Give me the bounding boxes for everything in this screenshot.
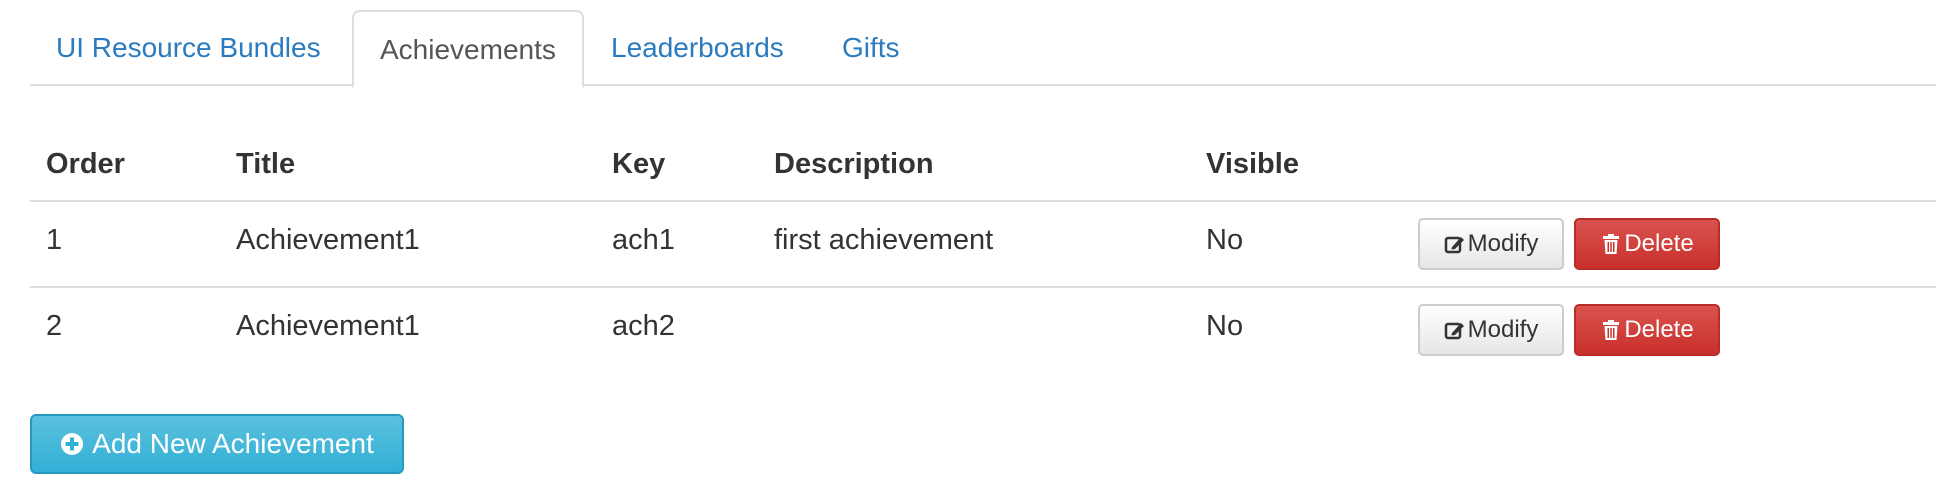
table-row: 2 Achievement1 ach2 No Modify Delete	[30, 288, 1936, 374]
tab-leaderboards[interactable]: Leaderboards	[585, 10, 810, 86]
header-visible: Visible	[1206, 148, 1299, 180]
trash-icon	[1603, 234, 1620, 254]
delete-label: Delete	[1624, 230, 1694, 257]
header-description: Description	[774, 148, 934, 180]
modify-label: Modify	[1467, 316, 1539, 343]
cell-description: first achievement	[774, 224, 994, 256]
add-new-achievement-button[interactable]: Add New Achievement	[30, 414, 404, 474]
page: UI Resource Bundles Achievements Leaderb…	[0, 0, 1954, 488]
cell-visible: No	[1206, 310, 1244, 342]
trash-icon	[1603, 320, 1620, 340]
cell-order: 2	[46, 310, 63, 342]
tab-bar: UI Resource Bundles Achievements Leaderb…	[30, 10, 1936, 88]
edit-icon	[1444, 322, 1464, 340]
cell-visible: No	[1206, 224, 1244, 256]
cell-title: Achievement1	[236, 224, 420, 256]
delete-label: Delete	[1624, 316, 1694, 343]
cell-key: ach2	[612, 310, 675, 342]
tab-ui-resource-bundles[interactable]: UI Resource Bundles	[30, 10, 347, 86]
plus-circle-icon	[61, 433, 84, 455]
cell-title: Achievement1	[236, 310, 420, 342]
header-title: Title	[236, 148, 296, 180]
delete-button[interactable]: Delete	[1574, 218, 1720, 270]
header-order: Order	[46, 148, 125, 180]
modify-button[interactable]: Modify	[1418, 304, 1564, 356]
modify-button[interactable]: Modify	[1418, 218, 1564, 270]
delete-button[interactable]: Delete	[1574, 304, 1720, 356]
achievements-table: Order Title Key Description Visible 1 Ac…	[30, 128, 1936, 374]
add-new-achievement-label: Add New Achievement	[92, 428, 374, 459]
header-key: Key	[612, 148, 666, 180]
cell-order: 1	[46, 224, 63, 256]
modify-label: Modify	[1467, 230, 1539, 257]
table-header-row: Order Title Key Description Visible	[30, 128, 1936, 202]
edit-icon	[1444, 236, 1464, 254]
tab-gifts[interactable]: Gifts	[816, 10, 926, 86]
tab-achievements[interactable]: Achievements	[352, 10, 584, 88]
table-row: 1 Achievement1 ach1 first achievement No…	[30, 202, 1936, 288]
cell-key: ach1	[612, 224, 675, 256]
